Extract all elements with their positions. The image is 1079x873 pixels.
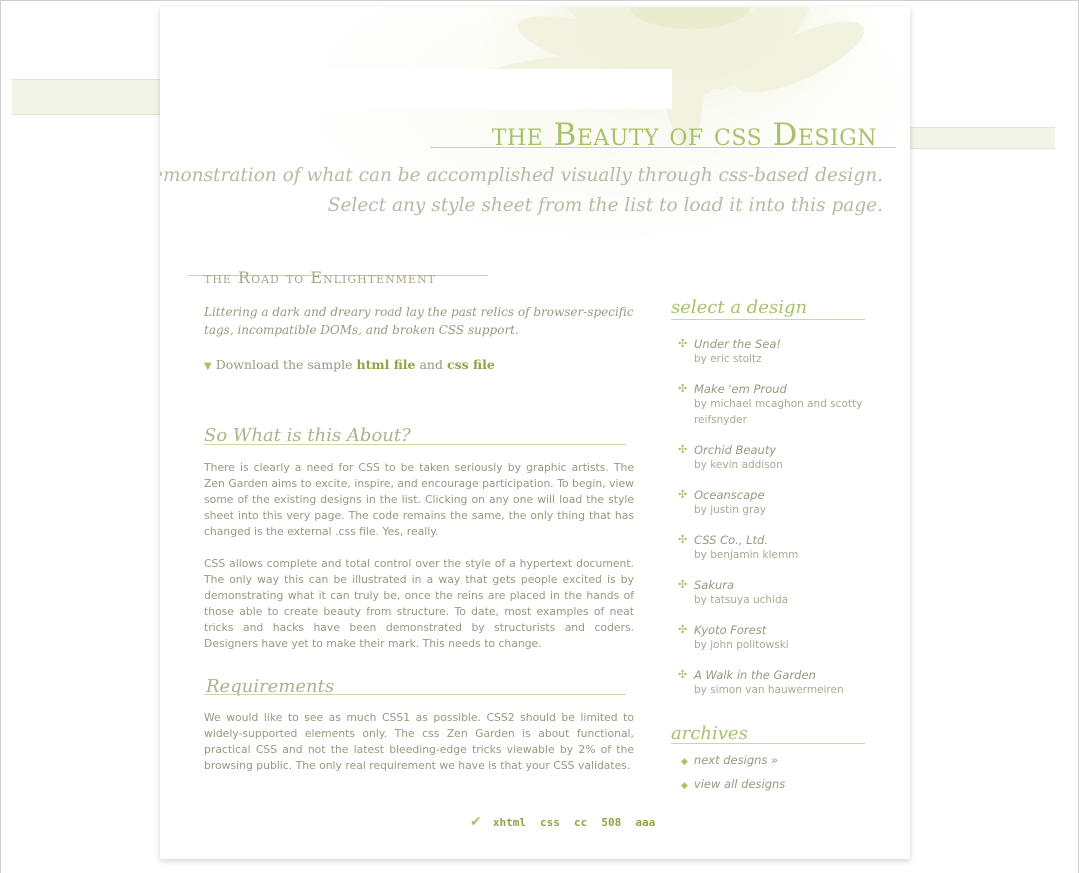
header-white-box [204, 69, 672, 109]
cross-bullet-icon: ✣ [678, 533, 688, 546]
design-link-under-the-sea[interactable]: Under the Sea! [694, 337, 888, 351]
requirements-paragraph: We would like to see as much CSS1 as pos… [204, 711, 634, 772]
design-author: by eric stoltz [694, 353, 762, 365]
archive-item: ◆ next designs » [681, 753, 785, 777]
cross-bullet-icon: ✣ [678, 337, 688, 350]
tagline-line-1: A demonstration of what can be accomplis… [160, 165, 883, 186]
decorative-band-left [12, 79, 172, 115]
footer-link-css[interactable]: css [540, 816, 560, 829]
select-design-heading: select a design [671, 297, 808, 318]
design-item: ✣ Kyoto Forest by john politowski [678, 623, 888, 668]
design-item: ✣ CSS Co., Ltd. by benjamin klemm [678, 533, 888, 578]
next-designs-link[interactable]: next designs » [694, 753, 778, 767]
design-item: ✣ A Walk in the Garden by simon van hauw… [678, 668, 888, 713]
design-link-oceanscape[interactable]: Oceanscape [694, 488, 888, 502]
select-design-rule [671, 319, 865, 320]
cross-bullet-icon: ✣ [678, 443, 688, 456]
design-author: by kevin addison [694, 459, 783, 471]
check-icon: ✔ [470, 814, 482, 830]
archives-list: ◆ next designs » ◆ view all designs [681, 753, 785, 801]
requirements-heading-rule [204, 694, 626, 695]
page-title: the Beauty of css Design [491, 117, 877, 153]
tagline-line-2: Select any style sheet from the list to … [327, 195, 883, 216]
intro-heading: the Road to Enlightenment [204, 268, 436, 287]
css-file-link[interactable]: css file [447, 357, 495, 372]
design-link-css-co-ltd[interactable]: CSS Co., Ltd. [694, 533, 888, 547]
diamond-bullet-icon: ◆ [681, 757, 688, 767]
about-paragraph-1: There is clearly a need for CSS to be ta… [204, 461, 634, 538]
design-author: by john politowski [694, 639, 789, 651]
diamond-bullet-icon: ◆ [681, 781, 688, 791]
download-prefix: Download the sample [215, 357, 353, 372]
footer-link-aaa[interactable]: aaa [635, 816, 655, 829]
cross-bullet-icon: ✣ [678, 488, 688, 501]
tagline: A demonstration of what can be accomplis… [160, 161, 883, 221]
html-file-link[interactable]: html file [357, 357, 416, 372]
design-link-a-walk-in-the-garden[interactable]: A Walk in the Garden [694, 668, 888, 682]
cross-bullet-icon: ✣ [678, 382, 688, 395]
archives-rule [671, 743, 865, 744]
design-link-make-em-proud[interactable]: Make 'em Proud [694, 382, 888, 396]
decorative-band-right [909, 127, 1055, 149]
design-item: ✣ Oceanscape by justin gray [678, 488, 888, 533]
footer-link-cc[interactable]: cc [574, 816, 587, 829]
design-link-kyoto-forest[interactable]: Kyoto Forest [694, 623, 888, 637]
footer-link-508[interactable]: 508 [601, 816, 621, 829]
design-link-orchid-beauty[interactable]: Orchid Beauty [694, 443, 888, 457]
page-container: the Beauty of css Design A demonstration… [160, 7, 910, 859]
cross-bullet-icon: ✣ [678, 578, 688, 591]
intro-text: Littering a dark and dreary road lay the… [204, 305, 634, 337]
archives-heading: archives [671, 723, 748, 744]
footer-link-xhtml[interactable]: xhtml [493, 816, 526, 829]
cross-bullet-icon: ✣ [678, 668, 688, 681]
design-item: ✣ Under the Sea! by eric stoltz [678, 337, 888, 382]
design-author: by michael mcaghon and scotty reifsnyder [694, 398, 863, 426]
down-arrow-icon: ▼ [204, 361, 212, 372]
about-heading-rule [204, 444, 626, 445]
download-and: and [419, 357, 443, 372]
design-item: ✣ Make 'em Proud by michael mcaghon and … [678, 382, 888, 443]
design-author: by justin gray [694, 504, 766, 516]
design-list: ✣ Under the Sea! by eric stoltz ✣ Make '… [678, 337, 888, 713]
design-author: by simon van hauwermeiren [694, 684, 844, 696]
design-link-sakura[interactable]: Sakura [694, 578, 888, 592]
download-line: ▼ Download the sample html file and css f… [204, 357, 495, 372]
design-item: ✣ Orchid Beauty by kevin addison [678, 443, 888, 488]
footer-links: ✔ xhtml css cc 508 aaa [470, 811, 664, 830]
about-paragraph-2: CSS allows complete and total control ov… [204, 557, 634, 650]
about-heading: So What is this About? [204, 425, 411, 446]
view-all-designs-link[interactable]: view all designs [694, 777, 785, 791]
design-author: by benjamin klemm [694, 549, 799, 561]
design-author: by tatsuya uchida [694, 594, 789, 606]
archive-item: ◆ view all designs [681, 777, 785, 801]
design-item: ✣ Sakura by tatsuya uchida [678, 578, 888, 623]
cross-bullet-icon: ✣ [678, 623, 688, 636]
